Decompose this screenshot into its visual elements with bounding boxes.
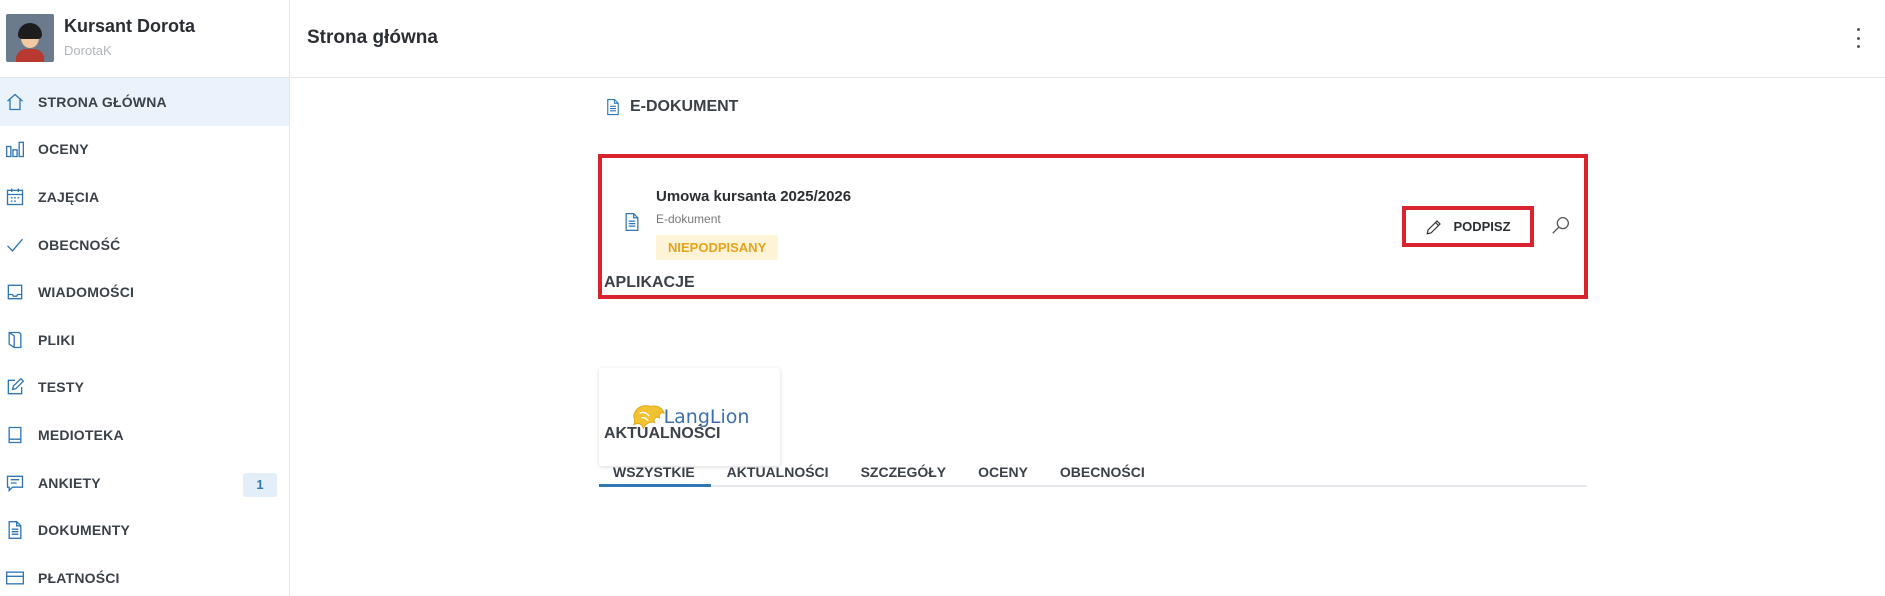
top-header: Strona główna — [291, 0, 1885, 78]
sidebar-item-obecnosc[interactable]: OBECNOŚĆ — [0, 221, 289, 269]
inbox-icon — [4, 281, 26, 303]
main-content: E-DOKUMENT Umowa kursanta 2025/2026 E-do… — [291, 78, 1885, 596]
sidebar-item-label: OBECNOŚĆ — [38, 236, 121, 253]
sidebar-nav: STRONA GŁÓWNA OCENY ZAJĘCIA OBECNOŚĆ WIA… — [0, 78, 289, 596]
sidebar-item-label: DOKUMENTY — [38, 522, 131, 539]
edoc-section-heading: E-DOKUMENT — [604, 98, 738, 116]
sign-button-label: PODPISZ — [1453, 219, 1511, 234]
more-options-icon[interactable] — [1855, 28, 1861, 48]
user-name: Kursant Dorota — [64, 16, 196, 36]
preview-search-icon[interactable] — [1550, 214, 1574, 238]
document-icon — [4, 519, 26, 541]
tab-obecnosci[interactable]: OBECNOŚCI — [1044, 464, 1161, 487]
app-root: Kursant Dorota DorotaK STRONA GŁÓWNA OCE… — [0, 0, 1885, 596]
sidebar: Kursant Dorota DorotaK STRONA GŁÓWNA OCE… — [0, 0, 290, 596]
sidebar-item-zajecia[interactable]: ZAJĘCIA — [0, 173, 289, 221]
sidebar-item-label: PŁATNOŚCI — [38, 569, 120, 586]
sidebar-item-label: STRONA GŁÓWNA — [38, 93, 167, 110]
status-badge: NIEPODPISANY — [656, 235, 779, 260]
sidebar-item-testy[interactable]: TESTY — [0, 364, 289, 412]
calendar-icon — [4, 186, 26, 208]
sidebar-item-label: WIADOMOŚCI — [38, 284, 135, 301]
check-icon — [4, 234, 26, 256]
sidebar-item-dokumenty[interactable]: DOKUMENTY — [0, 506, 289, 554]
document-type: E-dokument — [656, 212, 721, 226]
document-title[interactable]: Umowa kursanta 2025/2026 — [656, 188, 851, 205]
sidebar-item-label: TESTY — [38, 379, 85, 396]
edocument-card: Umowa kursanta 2025/2026 E-dokument NIEP… — [598, 154, 1588, 299]
apps-section-heading: APLIKACJE — [604, 274, 695, 292]
sidebar-item-strona-glowna[interactable]: STRONA GŁÓWNA — [0, 78, 289, 126]
document-icon — [622, 211, 642, 233]
book-icon — [4, 424, 26, 446]
user-profile[interactable]: Kursant Dorota DorotaK — [0, 0, 289, 78]
sidebar-item-pliki[interactable]: PLIKI — [0, 316, 289, 364]
news-tabs: WSZYSTKIE AKTUALNOŚCI SZCZEGÓŁY OCENY OB… — [599, 464, 1587, 487]
sidebar-item-label: ANKIETY — [38, 474, 101, 491]
sign-button[interactable]: PODPISZ — [1402, 206, 1534, 247]
chat-icon — [4, 472, 26, 494]
tab-oceny[interactable]: OCENY — [962, 464, 1044, 487]
sidebar-item-label: PLIKI — [38, 331, 75, 348]
folder-icon — [4, 329, 26, 351]
edoc-section-title: E-DOKUMENT — [630, 98, 739, 115]
sidebar-item-oceny[interactable]: OCENY — [0, 126, 289, 174]
page-title: Strona główna — [307, 27, 438, 48]
app-tile-langlion[interactable]: LangLion — [599, 368, 780, 466]
ankiety-count-badge: 1 — [243, 472, 277, 497]
tab-wszystkie[interactable]: WSZYSTKIE — [599, 464, 711, 487]
sidebar-item-ankiety[interactable]: ANKIETY 1 — [0, 459, 289, 507]
bar-chart-icon — [4, 138, 26, 160]
user-login: DorotaK — [64, 43, 112, 58]
sidebar-item-label: MEDIOTEKA — [38, 426, 124, 443]
document-icon — [607, 98, 619, 116]
sidebar-item-label: ZAJĘCIA — [38, 188, 100, 205]
news-section-title: AKTUALNOŚCI — [604, 425, 721, 442]
avatar — [6, 14, 54, 62]
apps-section-title: APLIKACJE — [604, 274, 695, 291]
sidebar-item-label: OCENY — [38, 141, 89, 158]
card-icon — [4, 567, 26, 589]
tab-szczegoly[interactable]: SZCZEGÓŁY — [845, 464, 963, 487]
sidebar-item-wiadomosci[interactable]: WIADOMOŚCI — [0, 268, 289, 316]
home-icon — [4, 91, 26, 113]
news-section-heading: AKTUALNOŚCI — [604, 425, 720, 443]
sidebar-item-platnosci[interactable]: PŁATNOŚCI — [0, 554, 289, 596]
pencil-icon — [1426, 219, 1442, 235]
tab-aktualnosci[interactable]: AKTUALNOŚCI — [711, 464, 845, 487]
sidebar-item-medioteka[interactable]: MEDIOTEKA — [0, 411, 289, 459]
edit-icon — [4, 376, 26, 398]
